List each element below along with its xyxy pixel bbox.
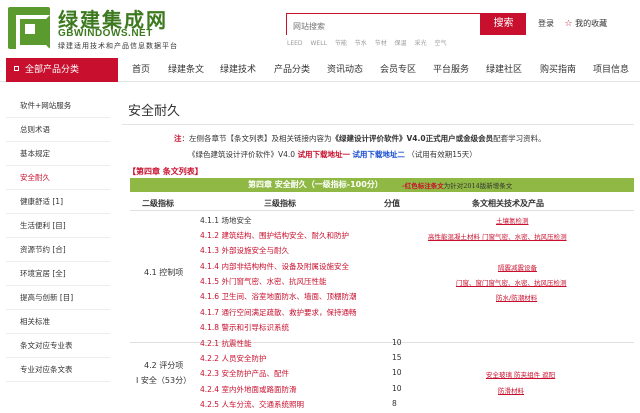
download-link-1[interactable]: 试用下载地址一 bbox=[297, 150, 350, 159]
product-link[interactable]: 防水/防潮材料 bbox=[496, 292, 537, 302]
all-categories-button[interactable]: 全部产品分类 bbox=[6, 58, 118, 82]
sidebar-item-health[interactable]: 健康舒适 [1] bbox=[6, 190, 110, 214]
table-row[interactable]: 4.1.3 外部设施安全与耐久 bbox=[200, 245, 289, 256]
nav-item-projects[interactable]: 项目信息 bbox=[593, 58, 629, 82]
group-label-safety: Ⅰ 安全（53分） bbox=[136, 376, 192, 385]
table-row[interactable]: 4.2.1 抗震性能 bbox=[200, 338, 251, 349]
login-link[interactable]: 登录 bbox=[538, 19, 554, 28]
search-input[interactable] bbox=[287, 16, 480, 37]
table-row[interactable]: 4.1.1 场地安全 bbox=[200, 215, 251, 226]
nav-item-home[interactable]: 首页 bbox=[132, 58, 150, 82]
hot-word[interactable]: 采光 bbox=[415, 40, 427, 47]
star-icon: ☆ bbox=[564, 19, 573, 29]
logo-domain: GBWINDOWS.NET bbox=[58, 28, 153, 39]
nav-item-services[interactable]: 平台服务 bbox=[433, 58, 469, 82]
hot-word[interactable]: 节材 bbox=[375, 40, 387, 47]
nav-item-members[interactable]: 会员专区 bbox=[380, 58, 416, 82]
table-row[interactable]: 4.2.5 人车分流、交通系统照明 bbox=[200, 399, 304, 410]
divider bbox=[122, 124, 634, 125]
nav-item-news[interactable]: 资讯动态 bbox=[327, 58, 363, 82]
table-row[interactable]: 4.1.5 外门窗气密、水密、抗风压性能 bbox=[200, 276, 326, 287]
col-header-level3: 三级指标 bbox=[264, 199, 296, 208]
sidebar-item-environment[interactable]: 环境宜居 [全] bbox=[6, 262, 110, 286]
sidebar-item-innovation[interactable]: 提高与创新 [目] bbox=[6, 286, 110, 310]
col-header-products: 条文相关技术及产品 bbox=[472, 199, 544, 208]
page-title: 安全耐久 bbox=[128, 104, 181, 119]
search-box bbox=[286, 13, 481, 37]
score-cell: 10 bbox=[392, 338, 402, 347]
sidebar-item-clause-table[interactable]: 条文对应专业表 bbox=[6, 334, 110, 358]
nav-item-products[interactable]: 产品分类 bbox=[274, 58, 310, 82]
score-cell: 8 bbox=[392, 399, 397, 408]
chapter-note: -红色标注条文为针对2014版新增条文 bbox=[402, 182, 513, 190]
divider bbox=[130, 210, 634, 211]
sidebar-item-general[interactable]: 总则术语 bbox=[6, 118, 110, 142]
sidebar-item-related[interactable]: 相关标准 bbox=[6, 310, 110, 334]
nav-item-community[interactable]: 绿建社区 bbox=[486, 58, 522, 82]
table-row[interactable]: 4.2.2 人员安全防护 bbox=[200, 353, 266, 364]
product-link[interactable]: 隔震减震设备 bbox=[498, 262, 537, 272]
account-links: 登录 ☆ 我的收藏 bbox=[538, 18, 607, 29]
col-header-level2: 二级指标 bbox=[142, 199, 174, 208]
group-label-score: 4.2 评分项 bbox=[144, 361, 184, 370]
nav-item-standards[interactable]: 绿建条文 bbox=[168, 58, 204, 82]
sidebar-item-resources[interactable]: 资源节约 [合] bbox=[6, 238, 110, 262]
sidebar: 软件+网站服务 总则术语 基本规定 安全耐久 健康舒适 [1] 生活便利 [目]… bbox=[6, 94, 110, 382]
hot-word[interactable]: 空气 bbox=[435, 40, 447, 47]
table-row[interactable]: 4.1.2 建筑结构、围护结构安全、耐久和防护 bbox=[200, 230, 349, 241]
table-row[interactable]: 4.1.4 内部非结构构件、设备及附属设施安全 bbox=[200, 261, 349, 272]
menu-icon bbox=[14, 66, 19, 71]
notice-line-1: 注：左侧各章节【条文列表】及相关链接内容为《绿建设计评价软件》V4.0正式用户或… bbox=[174, 134, 546, 143]
section-tag: 【第四章 条文列表】 bbox=[128, 167, 203, 176]
product-link[interactable]: 高性能混凝土材料 门窗气密、水密、抗风压检测 bbox=[428, 231, 567, 241]
sidebar-item-major-table[interactable]: 专业对应条文表 bbox=[6, 358, 110, 382]
nav-item-guide[interactable]: 购买指南 bbox=[540, 58, 576, 82]
hot-word[interactable]: 节水 bbox=[355, 40, 367, 47]
table-row[interactable]: 4.1.8 警示和引导标识系统 bbox=[200, 322, 289, 333]
sidebar-item-basic[interactable]: 基本规定 bbox=[6, 142, 110, 166]
hot-word[interactable]: WELL bbox=[310, 40, 326, 47]
col-header-score: 分值 bbox=[384, 199, 400, 208]
product-link[interactable]: 门窗、窗门窗气密、水密、抗风压检测 bbox=[456, 277, 567, 287]
sidebar-item-convenience[interactable]: 生活便利 [目] bbox=[6, 214, 110, 238]
sidebar-item-safety[interactable]: 安全耐久 bbox=[6, 166, 110, 190]
logo-slogan: 绿建适用技术和产品信息数据平台 bbox=[58, 42, 178, 50]
score-cell: 15 bbox=[392, 353, 402, 362]
nav-item-technology[interactable]: 绿建技术 bbox=[220, 58, 256, 82]
score-cell: 10 bbox=[392, 384, 402, 393]
sidebar-item-software[interactable]: 软件+网站服务 bbox=[6, 94, 110, 118]
score-cell: 10 bbox=[392, 368, 402, 377]
download-link-2[interactable]: 试用下载地址二 bbox=[352, 150, 405, 159]
hot-word[interactable]: 节能 bbox=[335, 40, 347, 47]
table-row[interactable]: 4.2.4 室内外地面或路面防滑 bbox=[200, 384, 296, 395]
site-header: 绿建集成网 GBWINDOWS.NET 绿建适用技术和产品信息数据平台 搜索 L… bbox=[0, 0, 640, 58]
chapter-bar: 第四章 安全耐久（一级指标-100分） -红色标注条文为针对2014版新增条文 bbox=[130, 178, 634, 192]
product-link[interactable]: 防滑材料 bbox=[498, 385, 524, 395]
table-row[interactable]: 4.1.6 卫生间、浴室地面防水、墙面、顶棚防潮 bbox=[200, 291, 356, 302]
logo-icon[interactable] bbox=[8, 7, 50, 49]
hot-word[interactable]: 保温 bbox=[395, 40, 407, 47]
hot-words: LEED WELL 节能 节水 节材 保温 采光 空气 bbox=[287, 38, 453, 47]
main-nav: 全部产品分类 首页 绿建条文 绿建技术 产品分类 资讯动态 会员专区 平台服务 … bbox=[0, 58, 640, 82]
product-link[interactable]: 安全玻璃 防夹组件 遮阳 bbox=[486, 369, 555, 379]
search-button[interactable]: 搜索 bbox=[481, 13, 526, 35]
chapter-title: 第四章 安全耐久（一级指标-100分） bbox=[248, 180, 383, 189]
hot-word[interactable]: LEED bbox=[287, 40, 303, 47]
table-row[interactable]: 4.1.7 通行空间满足疏散、救护要求，保持通畅 bbox=[200, 307, 356, 318]
product-link[interactable]: 土壤氡检测 bbox=[496, 215, 529, 225]
favorite-link[interactable]: 我的收藏 bbox=[575, 19, 607, 28]
group-label-control: 4.1 控制项 bbox=[144, 268, 184, 277]
notice-line-2: 《绿色建筑设计评价软件》V4.0 试用下载地址一 试用下载地址二 （试用有效期1… bbox=[188, 150, 477, 159]
table-row[interactable]: 4.2.3 安全防护产品、配件 bbox=[200, 368, 289, 379]
